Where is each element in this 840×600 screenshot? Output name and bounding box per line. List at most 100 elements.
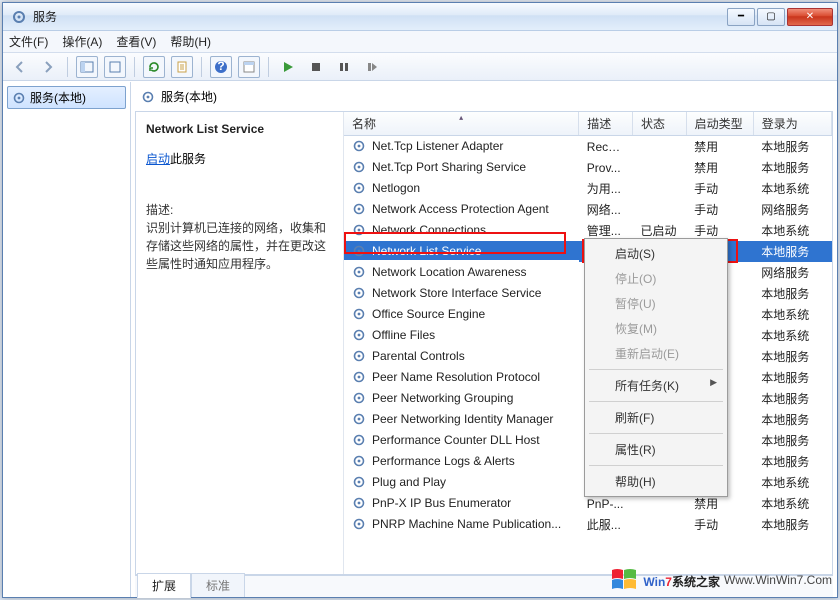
ctx-all-tasks[interactable]: 所有任务(K): [587, 373, 725, 398]
table-row[interactable]: Net.Tcp Port Sharing ServiceProv...禁用本地服…: [344, 157, 832, 178]
cell-name: PNRP Machine Name Publication...: [344, 514, 579, 533]
menu-file[interactable]: 文件(F): [9, 33, 48, 50]
table-header-row: 名称▴ 描述 状态 启动类型 登录为: [344, 112, 832, 136]
table-row[interactable]: Netlogon为用...手动本地系统: [344, 178, 832, 199]
cell-name: Network Location Awareness: [344, 262, 579, 281]
gear-icon: [352, 307, 366, 321]
services-window: 服务 ━ ▢ ✕ 文件(F) 操作(A) 查看(V) 帮助(H) ?: [2, 2, 838, 598]
cell-logon: 本地服务: [753, 409, 831, 430]
cell-desc: Rece...: [579, 136, 633, 158]
ctx-separator: [589, 369, 723, 370]
detail-panel: Network List Service 启动此服务 描述: 识别计算机已连接的…: [136, 112, 344, 574]
play-button[interactable]: [277, 56, 299, 78]
col-desc[interactable]: 描述: [579, 112, 633, 136]
detail-start-suffix: 此服务: [170, 152, 206, 166]
cell-name: Network Access Protection Agent: [344, 199, 579, 218]
cell-logon: 本地系统: [753, 304, 831, 325]
main-body: 服务(本地) 服务(本地) Network List Service 启动此服务…: [3, 81, 837, 597]
gear-icon: [352, 265, 366, 279]
refresh-button[interactable]: [143, 56, 165, 78]
maximize-button[interactable]: ▢: [757, 8, 785, 26]
properties-button[interactable]: [238, 56, 260, 78]
menu-view[interactable]: 查看(V): [116, 33, 156, 50]
gear-icon: [352, 139, 366, 153]
gear-icon: [352, 370, 366, 384]
ctx-help[interactable]: 帮助(H): [587, 469, 725, 494]
ctx-separator: [589, 465, 723, 466]
nav-back-button[interactable]: [9, 56, 31, 78]
gear-icon: [12, 91, 26, 105]
minimize-button[interactable]: ━: [727, 8, 755, 26]
table-row[interactable]: PNRP Machine Name Publication...此服...手动本…: [344, 514, 832, 535]
gear-icon: [352, 391, 366, 405]
cell-logon: 网络服务: [753, 262, 831, 283]
start-service-link[interactable]: 启动: [146, 152, 170, 166]
nav-forward-button[interactable]: [37, 56, 59, 78]
show-hide-tree-button[interactable]: [76, 56, 98, 78]
tab-standard[interactable]: 标准: [191, 573, 245, 597]
export-button[interactable]: [171, 56, 193, 78]
col-name[interactable]: 名称▴: [344, 112, 579, 136]
ctx-restart: 重新启动(E): [587, 341, 725, 366]
cell-name: Peer Networking Identity Manager: [344, 409, 579, 428]
ctx-refresh[interactable]: 刷新(F): [587, 405, 725, 430]
table-row[interactable]: Network Access Protection Agent网络...手动网络…: [344, 199, 832, 220]
cell-logon: 本地服务: [753, 514, 831, 535]
cell-logon: 本地服务: [753, 157, 831, 178]
tab-extended[interactable]: 扩展: [137, 573, 191, 598]
gear-icon: [352, 454, 366, 468]
toolbar-separator: [201, 57, 202, 77]
cell-logon: 本地服务: [753, 367, 831, 388]
cell-status: [632, 199, 686, 220]
cell-logon: 本地系统: [753, 178, 831, 199]
cell-logon: 本地服务: [753, 346, 831, 367]
gear-icon: [352, 433, 366, 447]
close-button[interactable]: ✕: [787, 8, 833, 26]
cell-logon: 本地服务: [753, 136, 831, 158]
ctx-start[interactable]: 启动(S): [587, 241, 725, 266]
cell-name: Network List Service: [344, 241, 579, 260]
gear-icon: [352, 517, 366, 531]
cell-desc: Prov...: [579, 157, 633, 178]
detail-description: 描述: 识别计算机已连接的网络，收集和存储这些网络的属性，并在更改这些属性时通知…: [146, 201, 333, 273]
col-startup[interactable]: 启动类型: [686, 112, 753, 136]
cell-name: Performance Logs & Alerts: [344, 451, 579, 470]
tree-item-services-local[interactable]: 服务(本地): [7, 86, 126, 109]
left-tree[interactable]: 服务(本地): [3, 82, 131, 597]
service-list[interactable]: 名称▴ 描述 状态 启动类型 登录为 Net.Tcp Listener Adap…: [344, 112, 832, 574]
cell-status: [632, 136, 686, 158]
gear-icon: [352, 181, 366, 195]
toolbar-button-2[interactable]: [104, 56, 126, 78]
svg-text:?: ?: [217, 60, 224, 73]
cell-startup: 手动: [686, 199, 753, 220]
toolbar-separator: [134, 57, 135, 77]
gear-icon: [352, 328, 366, 342]
cell-name: Peer Name Resolution Protocol: [344, 367, 579, 386]
titlebar[interactable]: 服务 ━ ▢ ✕: [3, 3, 837, 31]
col-logon[interactable]: 登录为: [753, 112, 831, 136]
col-status[interactable]: 状态: [632, 112, 686, 136]
help-button[interactable]: ?: [210, 56, 232, 78]
cell-name: Performance Counter DLL Host: [344, 430, 579, 449]
menu-help[interactable]: 帮助(H): [170, 33, 211, 50]
gear-icon: [352, 475, 366, 489]
cell-name: Plug and Play: [344, 472, 579, 491]
toolbar-separator: [67, 57, 68, 77]
cell-logon: 本地服务: [753, 388, 831, 409]
restart-button[interactable]: [361, 56, 383, 78]
gear-icon: [352, 286, 366, 300]
ctx-stop: 停止(O): [587, 266, 725, 291]
cell-logon: 本地系统: [753, 493, 831, 514]
pause-button[interactable]: [333, 56, 355, 78]
context-menu: 启动(S) 停止(O) 暂停(U) 恢复(M) 重新启动(E) 所有任务(K) …: [584, 238, 728, 497]
table-row[interactable]: Net.Tcp Listener AdapterRece...禁用本地服务: [344, 136, 832, 158]
ctx-separator: [589, 401, 723, 402]
menu-action[interactable]: 操作(A): [62, 33, 102, 50]
right-pane: 服务(本地) Network List Service 启动此服务 描述: 识别…: [131, 82, 837, 597]
cell-startup: 手动: [686, 514, 753, 535]
cell-name: Offline Files: [344, 325, 579, 344]
ctx-properties[interactable]: 属性(R): [587, 437, 725, 462]
stop-button[interactable]: [305, 56, 327, 78]
ctx-resume: 恢复(M): [587, 316, 725, 341]
ctx-pause: 暂停(U): [587, 291, 725, 316]
